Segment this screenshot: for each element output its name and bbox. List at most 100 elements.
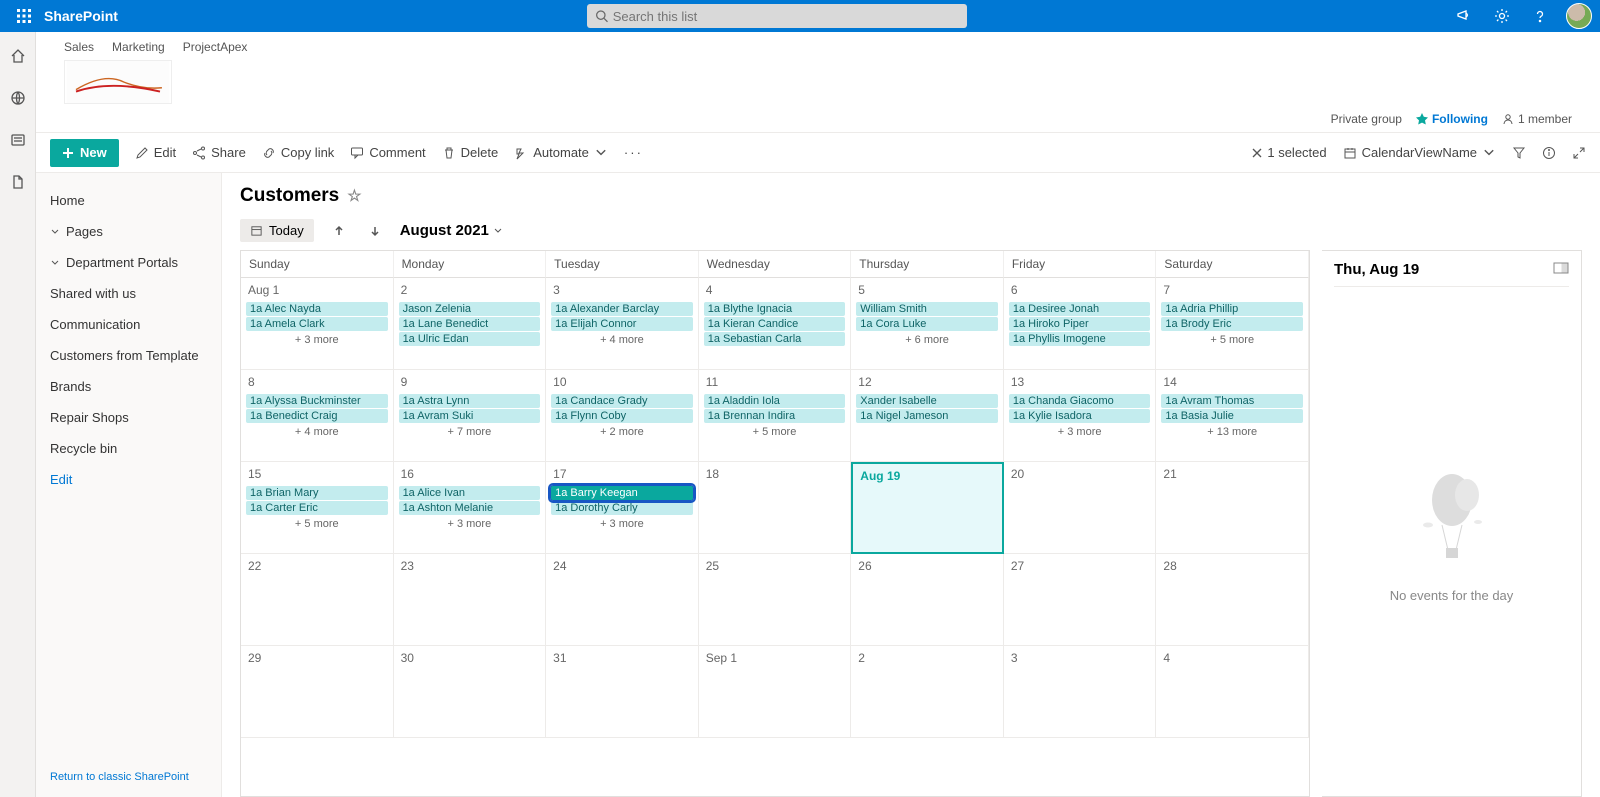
nav-pages[interactable]: Pages — [36, 216, 221, 247]
filter-button[interactable] — [1512, 146, 1526, 160]
calendar-cell[interactable]: 161a Alice Ivan1a Ashton Melanie+ 3 more — [394, 462, 547, 554]
site-logo[interactable] — [64, 60, 172, 104]
calendar-cell[interactable]: 29 — [241, 646, 394, 738]
calendar-cell[interactable]: 23 — [394, 554, 547, 646]
calendar-event[interactable]: 1a Candace Grady — [551, 394, 693, 408]
favorite-star-icon[interactable]: ☆ — [347, 186, 361, 206]
calendar-cell[interactable]: Aug 19 — [851, 462, 1004, 554]
calendar-event[interactable]: 1a Blythe Ignacia — [704, 302, 846, 316]
calendar-cell[interactable]: 2Jason Zelenia1a Lane Benedict1a Ulric E… — [394, 278, 547, 370]
calendar-cell[interactable]: Aug 11a Alec Nayda1a Amela Clark+ 3 more — [241, 278, 394, 370]
calendar-event[interactable]: 1a Cora Luke — [856, 317, 998, 331]
calendar-cell[interactable]: 22 — [241, 554, 394, 646]
next-month-button[interactable] — [364, 220, 386, 242]
home-icon[interactable] — [8, 46, 28, 66]
calendar-event[interactable]: 1a Brian Mary — [246, 486, 388, 500]
calendar-event[interactable]: 1a Lane Benedict — [399, 317, 541, 331]
calendar-cell[interactable]: 27 — [1004, 554, 1157, 646]
calendar-event[interactable]: Jason Zelenia — [399, 302, 541, 316]
comment-button[interactable]: Comment — [350, 145, 425, 160]
expand-button[interactable] — [1572, 146, 1586, 160]
more-events-link[interactable]: + 3 more — [1007, 424, 1153, 438]
calendar-cell[interactable]: 4 — [1156, 646, 1309, 738]
calendar-cell[interactable]: 31a Alexander Barclay1a Elijah Connor+ 4… — [546, 278, 699, 370]
automate-button[interactable]: Automate — [514, 145, 608, 160]
more-events-link[interactable]: + 13 more — [1159, 424, 1305, 438]
calendar-event[interactable]: 1a Alexander Barclay — [551, 302, 693, 316]
nav-brands[interactable]: Brands — [36, 371, 221, 402]
calendar-event[interactable]: 1a Astra Lynn — [399, 394, 541, 408]
calendar-cell[interactable]: 2 — [851, 646, 1004, 738]
help-icon[interactable] — [1528, 4, 1552, 28]
calendar-event[interactable]: 1a Hiroko Piper — [1009, 317, 1151, 331]
more-events-link[interactable]: + 3 more — [549, 516, 695, 530]
info-button[interactable] — [1542, 146, 1556, 160]
nav-customers-template[interactable]: Customers from Template — [36, 340, 221, 371]
calendar-cell[interactable]: 28 — [1156, 554, 1309, 646]
calendar-cell[interactable]: 171a Barry Keegan1a Dorothy Carly+ 3 mor… — [546, 462, 699, 554]
calendar-event[interactable]: 1a Ashton Melanie — [399, 501, 541, 515]
calendar-event[interactable]: 1a Sebastian Carla — [704, 332, 846, 346]
calendar-event[interactable]: 1a Basia Julie — [1161, 409, 1303, 423]
calendar-event[interactable]: 1a Carter Eric — [246, 501, 388, 515]
calendar-cell[interactable]: 12Xander Isabelle1a Nigel Jameson — [851, 370, 1004, 462]
search-box[interactable] — [587, 4, 967, 28]
month-picker[interactable]: August 2021 — [400, 222, 503, 239]
nav-communication[interactable]: Communication — [36, 309, 221, 340]
gear-icon[interactable] — [1490, 4, 1514, 28]
calendar-event[interactable]: 1a Adria Phillip — [1161, 302, 1303, 316]
selection-count[interactable]: 1 selected — [1251, 145, 1326, 160]
calendar-event[interactable]: 1a Kylie Isadora — [1009, 409, 1151, 423]
calendar-cell[interactable]: Sep 1 — [699, 646, 852, 738]
calendar-cell[interactable]: 141a Avram Thomas1a Basia Julie+ 13 more — [1156, 370, 1309, 462]
breadcrumb-item[interactable]: Sales — [64, 40, 94, 54]
nav-shared[interactable]: Shared with us — [36, 278, 221, 309]
calendar-event[interactable]: 1a Barry Keegan — [551, 486, 693, 500]
news-icon[interactable] — [8, 130, 28, 150]
files-icon[interactable] — [8, 172, 28, 192]
more-events-link[interactable]: + 4 more — [549, 332, 695, 346]
delete-button[interactable]: Delete — [442, 145, 499, 160]
nav-edit[interactable]: Edit — [36, 464, 221, 495]
calendar-cell[interactable]: 71a Adria Phillip1a Brody Eric+ 5 more — [1156, 278, 1309, 370]
calendar-cell[interactable]: 5William Smith1a Cora Luke+ 6 more — [851, 278, 1004, 370]
calendar-cell[interactable]: 151a Brian Mary1a Carter Eric+ 5 more — [241, 462, 394, 554]
more-events-link[interactable]: + 3 more — [397, 516, 543, 530]
calendar-event[interactable]: 1a Desiree Jonah — [1009, 302, 1151, 316]
more-events-link[interactable]: + 5 more — [702, 424, 848, 438]
more-button[interactable]: ··· — [624, 145, 643, 160]
calendar-event[interactable]: 1a Phyllis Imogene — [1009, 332, 1151, 346]
copy-link-button[interactable]: Copy link — [262, 145, 334, 160]
megaphone-icon[interactable] — [1452, 4, 1476, 28]
calendar-event[interactable]: 1a Elijah Connor — [551, 317, 693, 331]
calendar-cell[interactable]: 131a Chanda Giacomo1a Kylie Isadora+ 3 m… — [1004, 370, 1157, 462]
more-events-link[interactable]: + 2 more — [549, 424, 695, 438]
calendar-event[interactable]: 1a Alyssa Buckminster — [246, 394, 388, 408]
calendar-cell[interactable]: 30 — [394, 646, 547, 738]
calendar-cell[interactable]: 24 — [546, 554, 699, 646]
calendar-cell[interactable]: 101a Candace Grady1a Flynn Coby+ 2 more — [546, 370, 699, 462]
calendar-cell[interactable]: 20 — [1004, 462, 1157, 554]
calendar-event[interactable]: 1a Ulric Edan — [399, 332, 541, 346]
more-events-link[interactable]: + 5 more — [244, 516, 390, 530]
follow-button[interactable]: Following — [1416, 112, 1488, 126]
edit-button[interactable]: Edit — [135, 145, 176, 160]
prev-month-button[interactable] — [328, 220, 350, 242]
nav-repair-shops[interactable]: Repair Shops — [36, 402, 221, 433]
nav-recycle-bin[interactable]: Recycle bin — [36, 433, 221, 464]
new-button[interactable]: New — [50, 139, 119, 167]
calendar-cell[interactable]: 91a Astra Lynn1a Avram Suki+ 7 more — [394, 370, 547, 462]
members-button[interactable]: 1 member — [1502, 112, 1572, 126]
calendar-event[interactable]: 1a Aladdin Iola — [704, 394, 846, 408]
calendar-cell[interactable]: 26 — [851, 554, 1004, 646]
more-events-link[interactable]: + 7 more — [397, 424, 543, 438]
more-events-link[interactable]: + 5 more — [1159, 332, 1305, 346]
calendar-event[interactable]: 1a Dorothy Carly — [551, 501, 693, 515]
breadcrumb-item[interactable]: ProjectApex — [183, 40, 248, 54]
calendar-event[interactable]: 1a Amela Clark — [246, 317, 388, 331]
more-events-link[interactable]: + 6 more — [854, 332, 1000, 346]
calendar-event[interactable]: 1a Alice Ivan — [399, 486, 541, 500]
nav-department-portals[interactable]: Department Portals — [36, 247, 221, 278]
calendar-event[interactable]: 1a Benedict Craig — [246, 409, 388, 423]
calendar-event[interactable]: William Smith — [856, 302, 998, 316]
